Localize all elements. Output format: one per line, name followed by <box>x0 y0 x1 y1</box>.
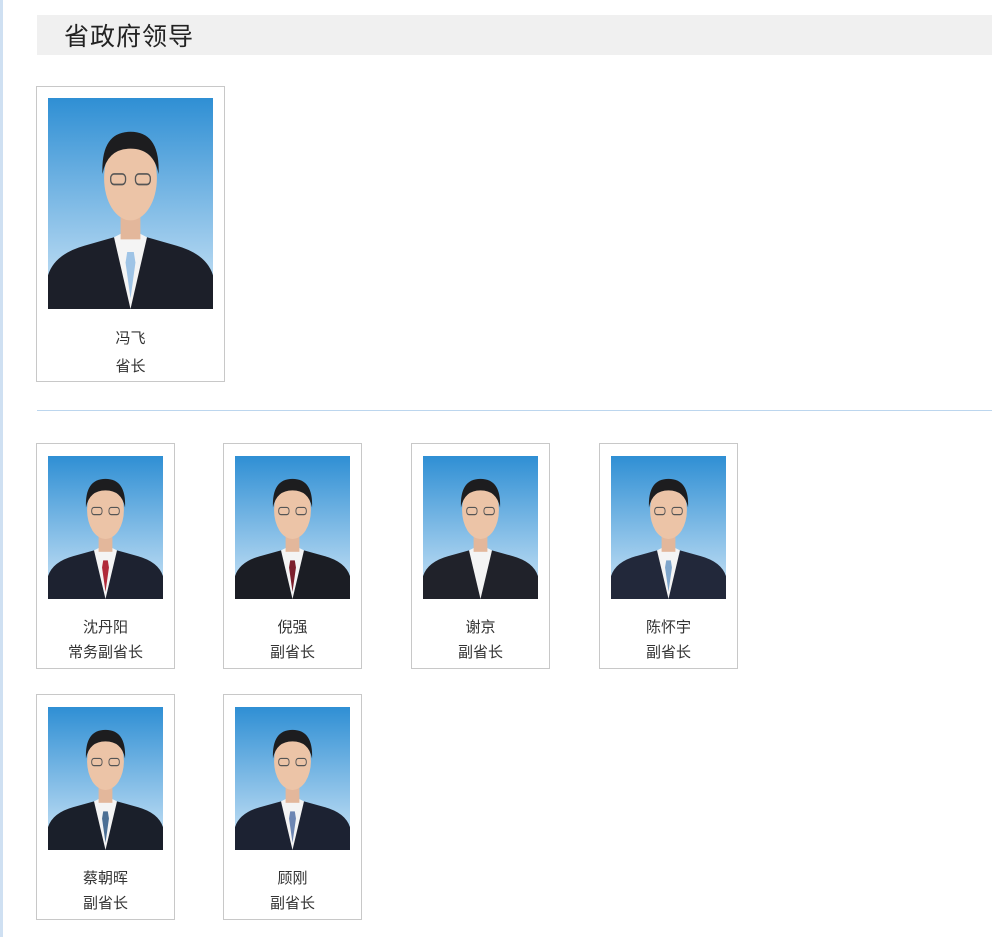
portrait-image <box>423 456 538 599</box>
leader-photo <box>423 456 538 599</box>
leader-name: 谢京 <box>465 618 496 636</box>
portrait-image <box>611 456 726 599</box>
leader-name: 陈怀宇 <box>645 618 691 636</box>
leader-name: 倪强 <box>277 618 308 636</box>
section-title: 省政府领导 <box>64 22 195 51</box>
leader-title: 省长 <box>115 357 146 375</box>
portrait-image <box>48 456 163 599</box>
leader-photo <box>235 707 350 850</box>
leader-photo <box>48 456 163 599</box>
leader-title: 副省长 <box>269 643 315 661</box>
leader-photo <box>48 707 163 850</box>
leader-photo <box>611 456 726 599</box>
leader-title: 副省长 <box>457 643 503 661</box>
leader-title: 常务副省长 <box>67 643 143 661</box>
leader-name: 冯飞 <box>115 329 146 347</box>
leader-card-governor[interactable]: 冯飞 省长 <box>36 86 225 382</box>
portrait-image <box>48 707 163 850</box>
leader-name: 沈丹阳 <box>82 618 128 636</box>
leader-photo <box>235 456 350 599</box>
leader-title: 副省长 <box>645 643 691 661</box>
leader-card-deputy[interactable]: 顾刚 副省长 <box>223 694 362 920</box>
leader-card-deputy[interactable]: 沈丹阳 常务副省长 <box>36 443 175 669</box>
portrait-image <box>235 456 350 599</box>
leader-photo <box>48 98 213 309</box>
leader-card-deputy[interactable]: 谢京 副省长 <box>411 443 550 669</box>
leader-title: 副省长 <box>82 894 128 912</box>
portrait-image <box>48 98 213 309</box>
section-header: 省政府领导 <box>37 15 992 55</box>
leader-card-deputy[interactable]: 倪强 副省长 <box>223 443 362 669</box>
left-border <box>0 0 3 937</box>
leader-card-deputy[interactable]: 陈怀宇 副省长 <box>599 443 738 669</box>
leader-name: 蔡朝晖 <box>82 869 128 887</box>
portrait-image <box>235 707 350 850</box>
leader-title: 副省长 <box>269 894 315 912</box>
leader-name: 顾刚 <box>277 869 308 887</box>
leader-card-deputy[interactable]: 蔡朝晖 副省长 <box>36 694 175 920</box>
section-divider <box>37 410 992 411</box>
